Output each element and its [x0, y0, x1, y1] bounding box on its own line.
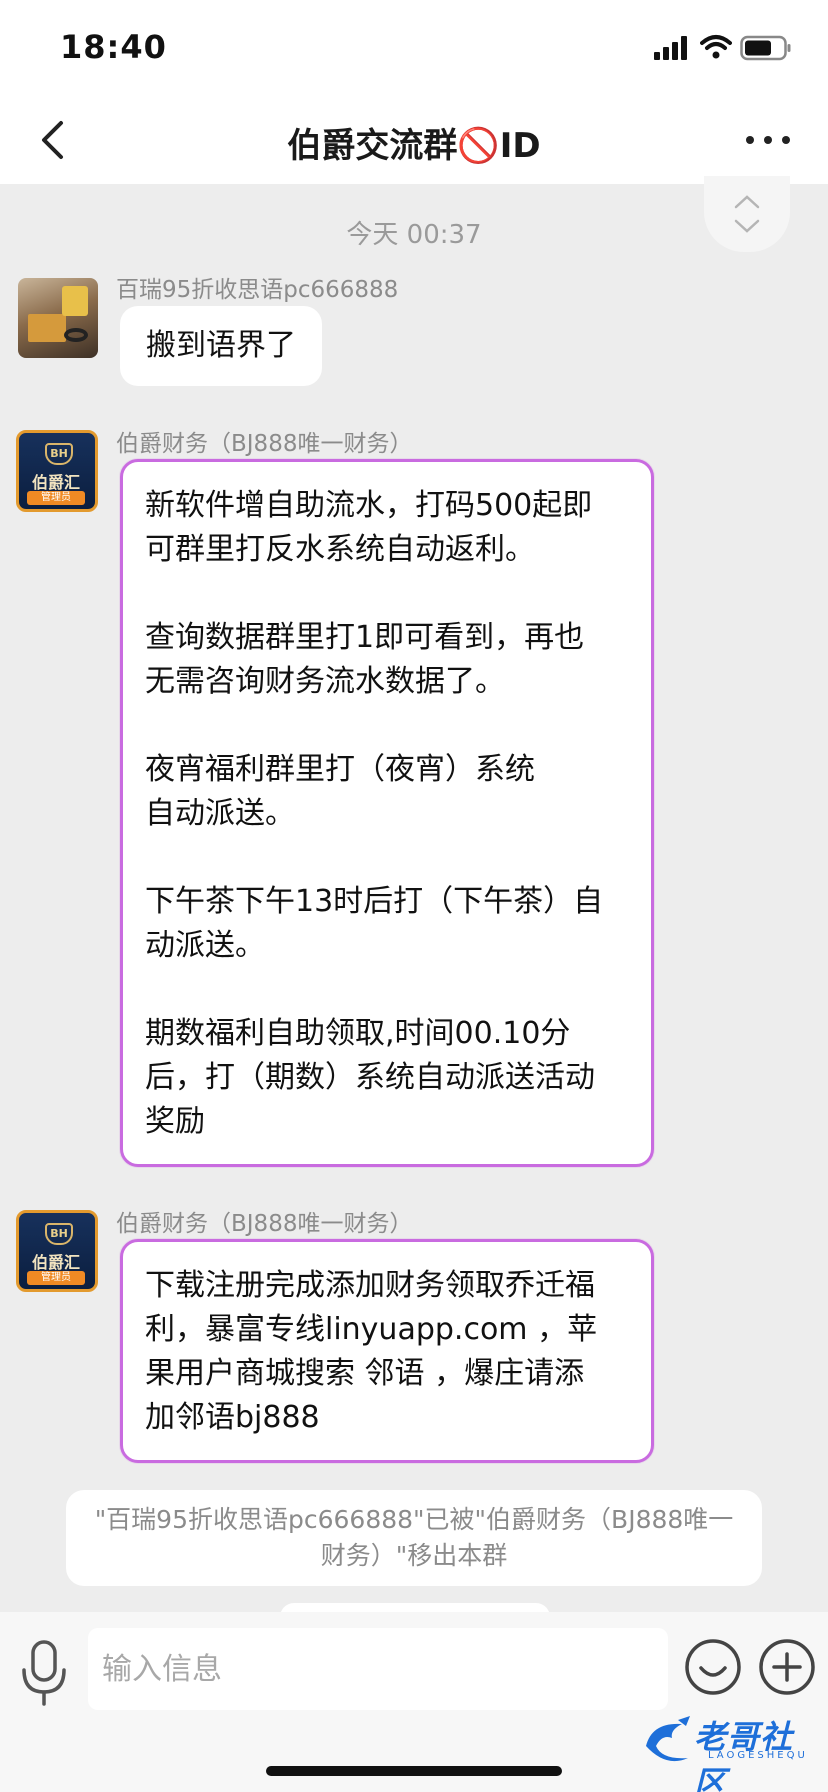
message-bubble[interactable]: 下载注册完成添加财务领取乔迁福 利，暴富专线linyuapp.com ，苹 果用…	[120, 1239, 654, 1463]
more-options-button[interactable]	[740, 118, 796, 162]
prohibited-icon: 🚫	[457, 126, 500, 166]
chevron-up-icon	[734, 195, 760, 209]
watermark-logo: 老哥社区 LAOGESHEQU	[642, 1712, 820, 1792]
system-notice: "百瑞95折收思语pc666888"已被"伯爵财务（BJ888唯一财务）"移出本…	[66, 1490, 762, 1586]
avatar-photo-detail	[64, 328, 88, 342]
battery-icon	[740, 35, 791, 61]
chat-title-suffix: ID	[499, 126, 541, 166]
message-bubble[interactable]: 新软件增自助流水，打码500起即 可群里打反水系统自动返利。 查询数据群里打1即…	[120, 459, 654, 1167]
home-indicator[interactable]	[266, 1766, 562, 1776]
sender-name: 百瑞95折收思语pc666888	[116, 277, 399, 303]
admin-badge: 管理员	[27, 1271, 85, 1285]
microphone-icon[interactable]	[16, 1638, 72, 1710]
sender-name: 伯爵财务（BJ888唯一财务）	[116, 431, 413, 457]
avatar-photo-detail	[62, 286, 88, 316]
chat-title: 伯爵交流群🚫ID	[0, 118, 828, 167]
avatar[interactable]: BH 伯爵汇 管理员	[16, 430, 98, 512]
wifi-icon	[700, 35, 732, 59]
dragon-logo-icon	[646, 1716, 690, 1762]
avatar[interactable]: BH 伯爵汇 管理员	[16, 1210, 98, 1292]
sender-name: 伯爵财务（BJ888唯一财务）	[116, 1211, 413, 1237]
avatar-brand-name: 伯爵汇	[31, 1253, 80, 1272]
nav-bar: 伯爵交流群🚫ID	[0, 96, 828, 184]
add-icon[interactable]	[758, 1638, 816, 1696]
status-bar: 18:40	[0, 0, 828, 96]
watermark-subtext: LAOGESHEQU	[708, 1750, 808, 1761]
emoji-icon[interactable]	[684, 1638, 742, 1696]
message-input[interactable]	[88, 1628, 668, 1710]
avatar[interactable]	[18, 278, 98, 358]
avatar-photo-detail	[28, 314, 66, 342]
crown-crest-icon: BH	[45, 443, 73, 465]
chat-timestamp: 今天 00:37	[346, 220, 482, 250]
message-bubble[interactable]: 搬到语界了	[120, 306, 322, 386]
status-time: 18:40	[60, 28, 167, 66]
more-dots-icon	[746, 136, 790, 144]
chat-title-text: 伯爵交流群	[287, 126, 458, 166]
admin-badge: 管理员	[27, 491, 85, 505]
avatar-brand-name: 伯爵汇	[31, 473, 80, 492]
signal-icon	[654, 36, 687, 60]
crown-crest-icon: BH	[45, 1223, 73, 1245]
